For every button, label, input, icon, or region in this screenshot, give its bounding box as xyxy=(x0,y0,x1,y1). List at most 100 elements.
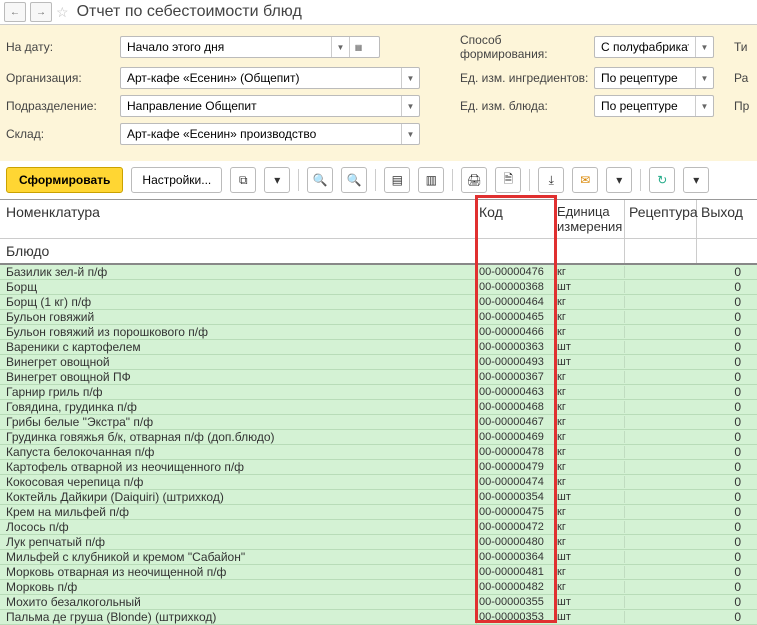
dept-input[interactable] xyxy=(121,97,401,115)
cell-unit: кг xyxy=(555,566,625,578)
copy-icon[interactable]: ⧉ xyxy=(230,167,256,193)
table-row[interactable]: Капуста белокочанная п/ф00-00000478кг0 xyxy=(0,445,757,460)
table-row[interactable]: Винегрет овощной ПФ00-00000367кг0 xyxy=(0,370,757,385)
table-row[interactable]: Кокосовая черепица п/ф00-00000474кг0 xyxy=(0,475,757,490)
label-dept: Подразделение: xyxy=(6,99,116,113)
label-method: Способ формирования: xyxy=(460,33,590,61)
generate-button[interactable]: Сформировать xyxy=(6,167,123,193)
cell-output: 0 xyxy=(697,565,747,579)
cell-output: 0 xyxy=(697,445,747,459)
table-row[interactable]: Гарнир гриль п/ф00-00000463кг0 xyxy=(0,385,757,400)
col-unit[interactable]: Единица измерения xyxy=(555,200,625,238)
label-org: Организация: xyxy=(6,71,116,85)
collapse-icon[interactable]: ▥ xyxy=(418,167,444,193)
cell-output: 0 xyxy=(697,580,747,594)
table-row[interactable]: Коктейль Дайкири (Daiquiri) (штрихкод)00… xyxy=(0,490,757,505)
cell-name: Морковь п/ф xyxy=(0,580,477,594)
org-input[interactable] xyxy=(121,69,401,87)
method-select[interactable] xyxy=(595,38,695,56)
save-icon[interactable]: ⤓ xyxy=(538,167,564,193)
refresh-icon[interactable]: ↻ xyxy=(649,167,675,193)
dropdown-icon[interactable]: ▾ xyxy=(683,167,709,193)
table-row[interactable]: Борщ00-00000368шт0 xyxy=(0,280,757,295)
settings-button[interactable]: Настройки... xyxy=(131,167,222,193)
cell-unit: кг xyxy=(555,506,625,518)
cell-unit: шт xyxy=(555,611,625,623)
dropdown-icon[interactable]: ▼ xyxy=(695,96,713,116)
table-row[interactable]: Пальма де груша (Blonde) (штрихкод)00-00… xyxy=(0,610,757,625)
table-row[interactable]: Борщ (1 кг) п/ф00-00000464кг0 xyxy=(0,295,757,310)
cell-name: Вареники с картофелем xyxy=(0,340,477,354)
cell-output: 0 xyxy=(697,295,747,309)
dropdown-icon[interactable]: ▼ xyxy=(401,68,419,88)
table-row[interactable]: Морковь отварная из неочищенной п/ф00-00… xyxy=(0,565,757,580)
cell-code: 00-00000474 xyxy=(477,476,555,488)
cell-code: 00-00000475 xyxy=(477,506,555,518)
print-icon[interactable]: 🖨 xyxy=(461,167,487,193)
date-input[interactable] xyxy=(121,38,331,56)
ing-unit-select[interactable] xyxy=(595,69,695,87)
table-row[interactable]: Бульон говяжий00-00000465кг0 xyxy=(0,310,757,325)
report-grid: Номенклатура Код Единица измерения Рецеп… xyxy=(0,199,757,625)
table-row[interactable]: Лосось п/ф00-00000472кг0 xyxy=(0,520,757,535)
col-recipe[interactable]: Рецептура xyxy=(625,200,697,238)
cell-unit: шт xyxy=(555,491,625,503)
label-date: На дату: xyxy=(6,40,116,54)
label-ing-unit: Ед. изм. ингредиентов: xyxy=(460,71,590,85)
table-row[interactable]: Винегрет овощной00-00000493шт0 xyxy=(0,355,757,370)
col-output[interactable]: Выход xyxy=(697,200,747,238)
cell-code: 00-00000482 xyxy=(477,581,555,593)
dropdown-icon[interactable]: ▼ xyxy=(331,37,349,57)
cell-unit: шт xyxy=(555,341,625,353)
cell-output: 0 xyxy=(697,430,747,444)
calendar-icon[interactable]: ▦ xyxy=(349,37,367,57)
page-title: Отчет по себестоимости блюд xyxy=(77,3,302,21)
cell-name: Мохито безалкогольный xyxy=(0,595,477,609)
cell-output: 0 xyxy=(697,505,747,519)
table-row[interactable]: Лук репчатый п/ф00-00000480кг0 xyxy=(0,535,757,550)
table-row[interactable]: Говядина, грудинка п/ф00-00000468кг0 xyxy=(0,400,757,415)
cell-code: 00-00000476 xyxy=(477,266,555,278)
cell-code: 00-00000363 xyxy=(477,341,555,353)
table-row[interactable]: Морковь п/ф00-00000482кг0 xyxy=(0,580,757,595)
star-icon[interactable]: ☆ xyxy=(56,4,69,21)
table-row[interactable]: Бульон говяжий из порошкового п/ф00-0000… xyxy=(0,325,757,340)
cell-unit: шт xyxy=(555,281,625,293)
cell-output: 0 xyxy=(697,595,747,609)
nav-forward-button[interactable]: → xyxy=(30,2,52,22)
warehouse-input[interactable] xyxy=(121,125,401,143)
cell-name: Коктейль Дайкири (Daiquiri) (штрихкод) xyxy=(0,490,477,504)
cell-output: 0 xyxy=(697,370,747,384)
dropdown-icon[interactable]: ▼ xyxy=(401,124,419,144)
separator xyxy=(640,169,641,191)
dropdown-icon[interactable]: ▼ xyxy=(695,37,713,57)
dropdown-icon[interactable]: ▼ xyxy=(695,68,713,88)
cell-output: 0 xyxy=(697,520,747,534)
cell-unit: шт xyxy=(555,356,625,368)
col-nomenclature[interactable]: Номенклатура xyxy=(0,200,477,238)
dropdown-icon[interactable]: ▾ xyxy=(264,167,290,193)
col-dish[interactable]: Блюдо xyxy=(0,239,477,263)
nav-back-button[interactable]: ← xyxy=(4,2,26,22)
cell-name: Говядина, грудинка п/ф xyxy=(0,400,477,414)
dish-unit-select[interactable] xyxy=(595,97,695,115)
cell-name: Капуста белокочанная п/ф xyxy=(0,445,477,459)
table-row[interactable]: Грудинка говяжья б/к, отварная п/ф (доп.… xyxy=(0,430,757,445)
table-row[interactable]: Базилик зел-й п/ф00-00000476кг0 xyxy=(0,265,757,280)
preview-icon[interactable]: 🗎 xyxy=(495,167,521,193)
expand-icon[interactable]: ▤ xyxy=(384,167,410,193)
zoom-in-icon[interactable]: 🔍 xyxy=(307,167,333,193)
mail-icon[interactable]: ✉ xyxy=(572,167,598,193)
col-code[interactable]: Код xyxy=(477,200,555,238)
table-row[interactable]: Картофель отварной из неочищенного п/ф00… xyxy=(0,460,757,475)
table-row[interactable]: Мохито безалкогольный00-00000355шт0 xyxy=(0,595,757,610)
table-row[interactable]: Вареники с картофелем00-00000363шт0 xyxy=(0,340,757,355)
dropdown-icon[interactable]: ▾ xyxy=(606,167,632,193)
zoom-out-icon[interactable]: 🔍 xyxy=(341,167,367,193)
table-row[interactable]: Крем на мильфей п/ф00-00000475кг0 xyxy=(0,505,757,520)
separator xyxy=(452,169,453,191)
table-row[interactable]: Грибы белые "Экстра" п/ф00-00000467кг0 xyxy=(0,415,757,430)
dropdown-icon[interactable]: ▼ xyxy=(401,96,419,116)
table-row[interactable]: Мильфей с клубникой и кремом "Сабайон"00… xyxy=(0,550,757,565)
cell-name: Борщ xyxy=(0,280,477,294)
